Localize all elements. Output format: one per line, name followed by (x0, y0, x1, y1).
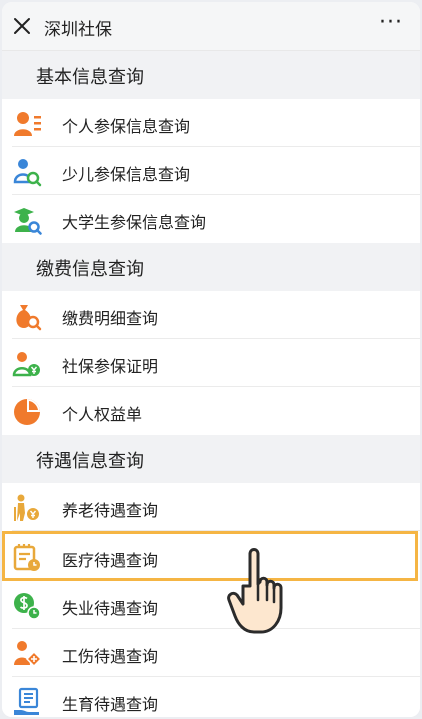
app-window: 深圳社保 ··· 基本信息查询 个人参保信息查询 少儿参保信息查询 大学生参保信… (2, 2, 420, 717)
title-bar: 深圳社保 ··· (2, 2, 420, 51)
menu-item-label: 养老待遇查询 (62, 501, 159, 520)
person-yuan-icon (12, 352, 40, 377)
menu-item-pension-benefits[interactable]: 养老待遇查询 (2, 483, 420, 531)
section-header-payment-info: 缴费信息查询 (2, 243, 420, 291)
section-header-benefits-info: 待遇信息查询 (2, 435, 420, 483)
menu-item-label: 缴费明细查询 (62, 309, 159, 328)
menu-item-label: 大学生参保信息查询 (62, 213, 207, 232)
close-button[interactable] (10, 14, 34, 38)
app-title: 深圳社保 (44, 20, 112, 40)
more-button[interactable]: ··· (376, 12, 406, 40)
menu-item-label: 工伤待遇查询 (62, 647, 159, 666)
money-bag-search-icon (16, 305, 42, 331)
close-icon (14, 18, 30, 34)
menu-item-label: 社保参保证明 (62, 357, 159, 376)
child-search-icon (13, 159, 42, 187)
injury-cross-icon (14, 641, 42, 668)
section-title: 缴费信息查询 (36, 259, 144, 280)
menu-item-label: 少儿参保信息查询 (62, 165, 191, 184)
section-title: 基本信息查询 (36, 67, 144, 88)
menu-item-personal-rights[interactable]: 个人权益单 (2, 387, 420, 435)
menu-item-unemployment-benefits[interactable]: 失业待遇查询 (2, 581, 420, 629)
document-hand-icon (14, 687, 39, 715)
menu-item-label: 个人参保信息查询 (62, 117, 191, 136)
menu-item-child-insurance[interactable]: 少儿参保信息查询 (2, 147, 420, 195)
menu-item-label: 个人权益单 (62, 405, 143, 424)
menu-item-label: 失业待遇查询 (62, 599, 159, 618)
person-list-icon (14, 112, 41, 136)
graduate-search-icon (14, 208, 42, 235)
elderly-yuan-icon (14, 494, 39, 521)
pie-chart-icon (14, 399, 40, 425)
pointing-hand-cursor-icon (227, 548, 283, 634)
menu-item-student-insurance[interactable]: 大学生参保信息查询 (2, 195, 420, 243)
coin-clock-icon (14, 593, 41, 620)
menu-item-payment-details[interactable]: 缴费明细查询 (2, 291, 420, 339)
section-header-basic-info: 基本信息查询 (2, 51, 420, 99)
medical-record-icon (13, 544, 40, 571)
menu-item-medical-benefits[interactable]: 医疗待遇查询 (2, 531, 418, 581)
section-title: 待遇信息查询 (36, 451, 144, 472)
menu-item-insurance-certificate[interactable]: 社保参保证明 (2, 339, 420, 387)
menu-item-label: 生育待遇查询 (62, 695, 159, 714)
menu-item-label: 医疗待遇查询 (62, 551, 159, 570)
menu-item-maternity-benefits[interactable]: 生育待遇查询 (2, 677, 420, 717)
menu-item-work-injury-benefits[interactable]: 工伤待遇查询 (2, 629, 420, 677)
menu-item-personal-insurance[interactable]: 个人参保信息查询 (2, 99, 420, 147)
